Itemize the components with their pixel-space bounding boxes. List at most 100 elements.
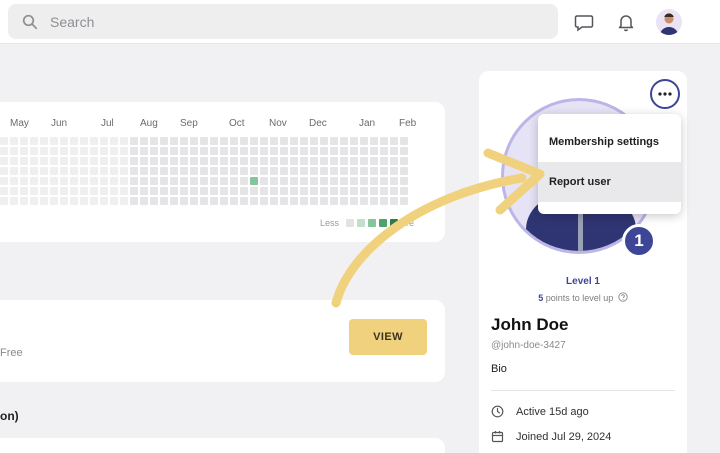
menu-item-membership-settings[interactable]: Membership settings xyxy=(538,122,681,162)
activity-cell xyxy=(210,157,218,165)
activity-cell xyxy=(350,157,358,165)
activity-cell xyxy=(120,187,128,195)
month-label: Oct xyxy=(229,118,245,129)
activity-cell xyxy=(140,187,148,195)
activity-cell xyxy=(170,157,178,165)
activity-cell xyxy=(160,167,168,175)
activity-cell xyxy=(340,147,348,155)
view-button[interactable]: VIEW xyxy=(349,319,427,355)
activity-cell xyxy=(50,137,58,145)
activity-cell xyxy=(350,197,358,205)
activity-cell xyxy=(300,167,308,175)
info-icon[interactable] xyxy=(618,292,628,302)
activity-cell xyxy=(200,157,208,165)
profile-divider xyxy=(491,390,675,391)
activity-cell xyxy=(260,197,268,205)
activity-cell xyxy=(230,177,238,185)
activity-cell xyxy=(340,157,348,165)
activity-cell xyxy=(200,177,208,185)
activity-cell xyxy=(60,167,68,175)
activity-cell xyxy=(70,177,78,185)
activity-cell xyxy=(0,157,8,165)
activity-cell xyxy=(100,177,108,185)
activity-cell xyxy=(40,197,48,205)
activity-cell xyxy=(10,187,18,195)
activity-cell xyxy=(70,157,78,165)
activity-cell xyxy=(400,197,408,205)
activity-cell xyxy=(170,177,178,185)
activity-cell xyxy=(100,187,108,195)
activity-cell xyxy=(380,177,388,185)
activity-cell xyxy=(180,197,188,205)
activity-cell xyxy=(300,147,308,155)
activity-cell xyxy=(130,197,138,205)
activity-cell xyxy=(370,157,378,165)
activity-cell xyxy=(80,157,88,165)
activity-legend: Less ore xyxy=(320,218,414,228)
activity-cell xyxy=(370,197,378,205)
search-bar[interactable]: Search xyxy=(8,4,558,39)
chat-icon[interactable] xyxy=(573,11,595,33)
activity-cell xyxy=(210,187,218,195)
more-options-button[interactable] xyxy=(650,79,680,109)
month-label: Feb xyxy=(399,118,417,129)
activity-cell xyxy=(270,157,278,165)
activity-cell xyxy=(240,167,248,175)
activity-cell xyxy=(180,177,188,185)
activity-cell xyxy=(80,147,88,155)
bell-icon[interactable] xyxy=(615,11,637,33)
activity-cell xyxy=(280,137,288,145)
activity-cell xyxy=(10,197,18,205)
activity-cell xyxy=(90,177,98,185)
activity-cell xyxy=(0,197,8,205)
activity-cell xyxy=(210,167,218,175)
profile-options-menu: Membership settings Report user xyxy=(538,114,681,214)
activity-cell xyxy=(20,137,28,145)
activity-cell xyxy=(110,137,118,145)
activity-cell xyxy=(50,167,58,175)
activity-cell xyxy=(230,197,238,205)
user-avatar[interactable] xyxy=(656,9,682,35)
activity-cell xyxy=(340,177,348,185)
activity-cell xyxy=(20,167,28,175)
activity-cell xyxy=(40,137,48,145)
activity-cell xyxy=(140,157,148,165)
activity-cell xyxy=(150,157,158,165)
activity-cell xyxy=(260,157,268,165)
activity-cell xyxy=(220,167,228,175)
activity-cell xyxy=(280,177,288,185)
activity-cell xyxy=(320,137,328,145)
activity-cell xyxy=(40,167,48,175)
activity-cell xyxy=(110,167,118,175)
activity-cell xyxy=(330,157,338,165)
activity-cell xyxy=(260,187,268,195)
activity-cell xyxy=(120,197,128,205)
activity-cell xyxy=(180,167,188,175)
activity-cell xyxy=(350,177,358,185)
activity-cell xyxy=(190,197,198,205)
level-badge: 1 xyxy=(622,224,656,258)
activity-cell xyxy=(320,147,328,155)
activity-cell xyxy=(120,157,128,165)
activity-cell xyxy=(260,137,268,145)
search-input[interactable]: Search xyxy=(50,14,94,30)
activity-cell xyxy=(80,187,88,195)
menu-item-report-user[interactable]: Report user xyxy=(538,162,681,202)
activity-cell xyxy=(290,167,298,175)
activity-cell xyxy=(20,147,28,155)
activity-cell xyxy=(200,167,208,175)
activity-cell xyxy=(330,177,338,185)
activity-cell xyxy=(270,177,278,185)
activity-cell xyxy=(170,137,178,145)
activity-cell xyxy=(170,147,178,155)
activity-cell xyxy=(220,197,228,205)
activity-cell xyxy=(0,147,8,155)
activity-cell xyxy=(0,187,8,195)
activity-cell xyxy=(220,187,228,195)
activity-cell xyxy=(250,137,258,145)
activity-month-labels: May Jun Jul Aug Sep Oct Nov Dec Jan Feb xyxy=(0,118,440,132)
calendar-icon xyxy=(491,431,504,443)
activity-cell xyxy=(390,167,398,175)
activity-cell xyxy=(50,177,58,185)
month-label: Sep xyxy=(180,118,198,129)
